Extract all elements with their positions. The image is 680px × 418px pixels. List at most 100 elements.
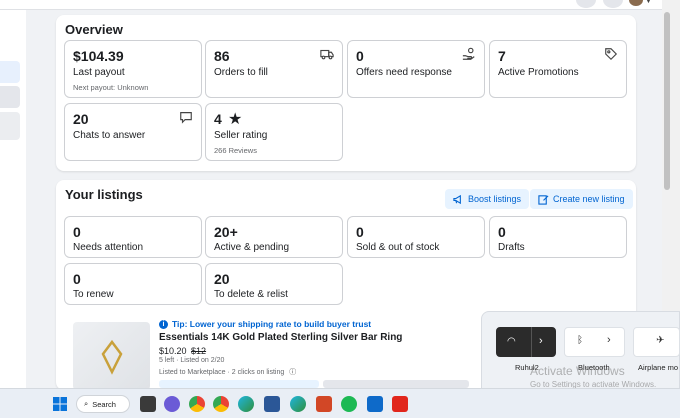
chevron-down-icon[interactable]: ▼ (645, 0, 652, 5)
needs-attention-value: 0 (73, 224, 81, 240)
bluetooth-icon: ᛒ (577, 335, 583, 346)
offers-value: 0 (356, 48, 364, 64)
reviews-count: 266 Reviews (214, 146, 257, 155)
left-sidebar (0, 10, 26, 388)
airplane-toggle[interactable]: ✈ (633, 327, 680, 357)
bluetooth-toggle[interactable]: ᛒ › (564, 327, 625, 357)
wifi-icon: ◠ (507, 336, 516, 347)
menu-button[interactable] (576, 0, 596, 8)
megaphone-icon (453, 194, 461, 204)
last-payout-label: Last payout (73, 67, 125, 78)
chevron-right-icon[interactable]: › (607, 334, 611, 346)
star-icon: ★ (228, 111, 243, 128)
edit-icon (538, 194, 549, 205)
sold-out-value: 0 (356, 224, 364, 240)
word-icon[interactable] (264, 396, 280, 412)
listing-price: $10.20 $12 (159, 346, 206, 356)
activate-windows-title: Activate Windows (530, 364, 625, 378)
listing-thumbnail[interactable] (73, 322, 150, 390)
orders-card[interactable]: 86 Orders to fill (205, 40, 343, 98)
offers-label: Offers need response (356, 67, 452, 78)
promotions-value: 7 (498, 48, 506, 64)
promotions-card[interactable]: 7 Active Promotions (489, 40, 627, 98)
anydesk-icon[interactable] (392, 396, 408, 412)
chats-value: 20 (73, 111, 89, 127)
listing-action-button[interactable] (159, 380, 319, 388)
overview-title: Overview (65, 22, 123, 37)
hand-money-icon (462, 47, 476, 61)
tip-text: Tip: Lower your shipping rate to build b… (172, 319, 372, 329)
to-delete-label: To delete & relist (214, 289, 288, 300)
airplane-label: Airplane mo (638, 363, 679, 372)
seller-rating-card[interactable]: 4 ★ Seller rating 266 Reviews (205, 103, 343, 161)
boost-listings-button[interactable]: Boost listings (445, 189, 530, 209)
top-header: ▼ (0, 0, 662, 10)
task-view-icon[interactable] (140, 396, 156, 412)
shipping-tip: i Tip: Lower your shipping rate to build… (159, 319, 371, 329)
seller-rating-value: 4 (214, 111, 222, 127)
chrome-icon[interactable] (213, 396, 229, 412)
orders-value: 86 (214, 48, 230, 64)
current-price: $10.20 (159, 346, 187, 356)
sidebar-item[interactable] (0, 112, 20, 140)
offers-card[interactable]: 0 Offers need response (347, 40, 485, 98)
wifi-toggle[interactable]: ◠ › (496, 327, 556, 357)
chats-label: Chats to answer (73, 130, 146, 141)
edge-icon[interactable] (238, 396, 254, 412)
old-price: $12 (191, 346, 207, 356)
drafts-card[interactable]: 0 Drafts (489, 216, 627, 258)
sidebar-item-active[interactable] (0, 61, 20, 83)
sidebar-item[interactable] (0, 86, 20, 108)
last-payout-value: $104.39 (73, 48, 124, 64)
divider (531, 327, 532, 357)
airplane-icon: ✈ (656, 335, 665, 346)
chat-app-icon[interactable] (164, 396, 180, 412)
sold-out-card[interactable]: 0 Sold & out of stock (347, 216, 485, 258)
listing-marketplace-text: Listed to Marketplace · 2 clicks on list… (159, 369, 285, 376)
create-listing-button[interactable]: Create new listing (530, 189, 633, 209)
chats-card[interactable]: 20 Chats to answer (64, 103, 202, 161)
active-pending-card[interactable]: 20+ Active & pending (205, 216, 343, 258)
scrollbar-thumb[interactable] (664, 12, 670, 190)
chat-icon (179, 110, 193, 124)
taskbar-search[interactable]: ⌕ Search (76, 395, 130, 413)
avatar[interactable] (629, 0, 643, 6)
to-renew-value: 0 (73, 271, 81, 287)
active-pending-label: Active & pending (214, 242, 290, 253)
powerpoint-icon[interactable] (316, 396, 332, 412)
boost-listings-label: Boost listings (468, 194, 522, 204)
teamviewer-icon[interactable] (367, 396, 383, 412)
to-delete-value: 20 (214, 271, 230, 287)
sold-out-label: Sold & out of stock (356, 242, 440, 253)
listing-title[interactable]: Essentials 14K Gold Plated Sterling Silv… (159, 332, 402, 343)
needs-attention-card[interactable]: 0 Needs attention (64, 216, 202, 258)
needs-attention-label: Needs attention (73, 242, 144, 253)
last-payout-card[interactable]: $104.39 Last payout Next payout: Unknown (64, 40, 202, 98)
taskbar: ⌕ Search (0, 388, 680, 418)
to-delete-card[interactable]: 20 To delete & relist (205, 263, 343, 305)
listing-secondary-button[interactable] (323, 380, 469, 388)
listing-stock: 5 left · Listed on 2/20 (159, 357, 225, 364)
search-icon: ⌕ (84, 399, 89, 408)
windows-icon[interactable] (52, 396, 68, 412)
to-renew-card[interactable]: 0 To renew (64, 263, 202, 305)
notifications-button[interactable] (603, 0, 623, 8)
info-icon: ⓘ (289, 369, 297, 376)
chevron-right-icon[interactable]: › (539, 335, 543, 347)
to-renew-label: To renew (73, 289, 114, 300)
create-listing-label: Create new listing (553, 194, 625, 204)
tag-icon (604, 47, 618, 61)
orders-label: Orders to fill (214, 67, 268, 78)
listing-marketplace: Listed to Marketplace · 2 clicks on list… (159, 367, 296, 377)
promotions-label: Active Promotions (498, 67, 579, 78)
spotify-icon[interactable] (341, 396, 357, 412)
chrome-icon[interactable] (189, 396, 205, 412)
active-pending-value: 20+ (214, 224, 238, 240)
info-icon: i (159, 319, 168, 329)
ring-image (101, 339, 123, 375)
next-payout-text: Next payout: Unknown (73, 83, 149, 92)
truck-icon (320, 47, 334, 61)
drafts-label: Drafts (498, 242, 525, 253)
drafts-value: 0 (498, 224, 506, 240)
edge-icon[interactable] (290, 396, 306, 412)
